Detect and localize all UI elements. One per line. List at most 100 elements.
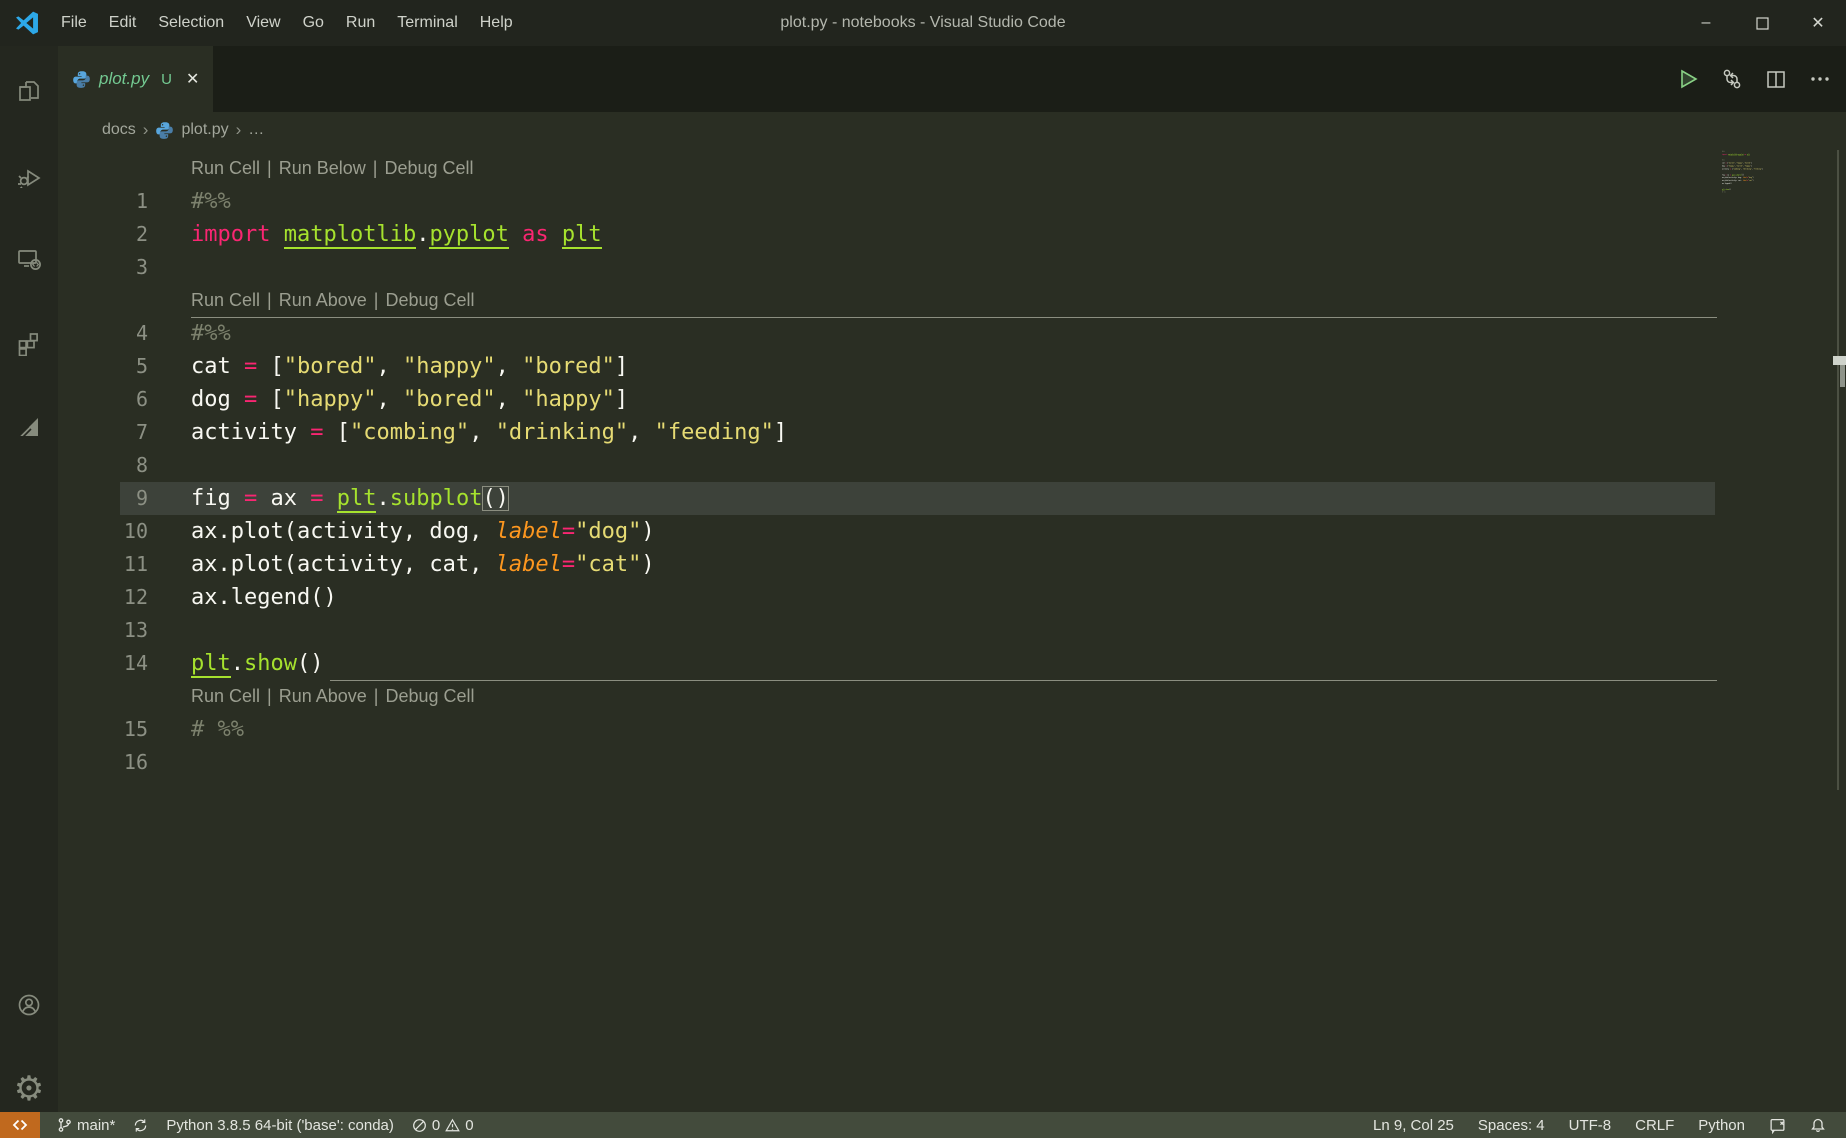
split-editor-button-icon[interactable] <box>1764 67 1788 91</box>
more-actions-button-icon[interactable] <box>1808 67 1832 91</box>
custom-extension-icon[interactable] <box>0 398 58 456</box>
python-file-icon <box>155 121 174 140</box>
sync-icon <box>133 1118 148 1133</box>
code-text: #%% <box>191 185 231 218</box>
code-text: ax.plot(activity, dog, label="dog") <box>191 515 655 548</box>
feedback[interactable] <box>1757 1112 1798 1138</box>
menu-bar: FileEditSelectionViewGoRunTerminalHelp <box>50 0 524 46</box>
codelens-link[interactable]: Debug Cell <box>385 680 474 713</box>
code-line[interactable]: 9fig = ax = plt.subplot() <box>58 482 1846 515</box>
codelens-row: Run Cell|Run Above|Debug Cell <box>58 284 1846 317</box>
notifications[interactable] <box>1798 1112 1838 1138</box>
code-editor[interactable]: Run Cell|Run Below|Debug Cell1#%%2import… <box>58 148 1846 1132</box>
indentation[interactable]: Spaces: 4 <box>1466 1112 1557 1138</box>
code-line[interactable]: 11 ax.plot(activity, cat, label="cat") <box>58 548 1846 581</box>
remote-indicator[interactable] <box>0 1112 40 1138</box>
close-button[interactable]: ✕ <box>1790 0 1846 46</box>
code-text: ax.plot(activity, cat, label="cat") <box>191 548 655 581</box>
code-line[interactable]: 13 <box>58 614 1846 647</box>
code-line[interactable]: 8 <box>58 449 1846 482</box>
code-line[interactable]: 7activity = ["combing", "drinking", "fee… <box>58 416 1846 449</box>
python-file-icon <box>72 70 91 89</box>
code-line[interactable]: 10ax.plot(activity, dog, label="dog") <box>58 515 1846 548</box>
codelens-separator: | <box>260 152 279 185</box>
overview-ruler <box>1837 150 1839 790</box>
code-text: #%% <box>191 317 231 350</box>
menu-terminal[interactable]: Terminal <box>386 0 468 46</box>
run-python-file-button-icon[interactable] <box>1676 67 1700 91</box>
code-line[interactable]: 1 #%% <box>58 185 1846 218</box>
encoding[interactable]: UTF-8 <box>1557 1112 1624 1138</box>
warning-icon <box>445 1118 460 1133</box>
sync-button[interactable] <box>124 1112 157 1138</box>
codelens-link[interactable]: Run Above <box>279 284 367 317</box>
menu-view[interactable]: View <box>235 0 291 46</box>
minimize-button[interactable]: – <box>1678 0 1734 46</box>
menu-selection[interactable]: Selection <box>147 0 235 46</box>
codelens-link[interactable]: Run Above <box>279 680 367 713</box>
scrollbar-marker[interactable] <box>1833 356 1846 365</box>
open-changes-button-icon[interactable] <box>1720 67 1744 91</box>
menu-edit[interactable]: Edit <box>98 0 148 46</box>
code-text: activity = ["combing", "drinking", "feed… <box>191 416 787 449</box>
status-text: UTF-8 <box>1569 1117 1612 1134</box>
codelens-link[interactable]: Debug Cell <box>385 284 474 317</box>
remote-explorer-icon[interactable] <box>0 230 58 288</box>
menu-run[interactable]: Run <box>335 0 386 46</box>
codelens-row: Run Cell|Run Above|Debug Cell <box>58 680 1846 713</box>
code-line[interactable]: 5cat = ["bored", "happy", "bored"] <box>58 350 1846 383</box>
settings-gear-icon[interactable]: ⚙ <box>0 1060 58 1118</box>
breadcrumb-separator: › <box>143 120 149 140</box>
code-line[interactable]: 16 <box>58 746 1846 779</box>
breadcrumb-item[interactable]: docs <box>102 121 136 139</box>
maximize-button[interactable] <box>1734 0 1790 46</box>
git-branch[interactable]: main* <box>48 1112 124 1138</box>
status-text: Python 3.8.5 64-bit ('base': conda) <box>166 1117 394 1134</box>
code-line[interactable]: 4#%% <box>58 317 1846 350</box>
code-line[interactable]: 3 <box>58 251 1846 284</box>
menu-file[interactable]: File <box>50 0 98 46</box>
line-number: 16 <box>58 746 148 779</box>
git-untracked-badge: U <box>161 71 172 88</box>
codelens-link[interactable]: Run Cell <box>191 680 260 713</box>
menu-go[interactable]: Go <box>292 0 335 46</box>
branch-icon <box>57 1117 72 1133</box>
codelens-link[interactable]: Run Cell <box>191 284 260 317</box>
codelens-row: Run Cell|Run Below|Debug Cell <box>58 152 1846 185</box>
scrollbar-handle[interactable] <box>1840 365 1845 387</box>
status-text: 0 <box>432 1117 440 1134</box>
code-line[interactable]: 15# %% <box>58 713 1846 746</box>
cursor-position[interactable]: Ln 9, Col 25 <box>1361 1112 1466 1138</box>
code-line[interactable]: 6dog = ["happy", "bored", "happy"] <box>58 383 1846 416</box>
code-line[interactable]: 2import matplotlib.pyplot as plt <box>58 218 1846 251</box>
problems[interactable]: 00 <box>403 1112 483 1138</box>
minimap[interactable]: #%%import matplotlib.pyplot as plt#%%cat… <box>1722 150 1846 234</box>
breadcrumb-item[interactable]: plot.py <box>181 121 228 139</box>
accounts-icon[interactable] <box>0 976 58 1034</box>
end-of-line[interactable]: CRLF <box>1623 1112 1686 1138</box>
status-text: Python <box>1698 1117 1745 1134</box>
line-number: 6 <box>58 383 148 416</box>
code-line[interactable]: 14plt.show() <box>58 647 1846 680</box>
error-icon <box>412 1118 427 1133</box>
breadcrumb-item[interactable]: … <box>248 121 264 139</box>
codelens-link[interactable]: Debug Cell <box>384 152 473 185</box>
line-number: 9 <box>58 482 148 515</box>
explorer-icon[interactable] <box>0 62 58 120</box>
tab-close-icon[interactable]: ✕ <box>186 69 199 89</box>
line-number: 1 <box>58 185 148 218</box>
status-text: 0 <box>465 1117 473 1134</box>
tab-plot-py[interactable]: plot.py U ✕ <box>58 46 213 112</box>
language-mode[interactable]: Python <box>1686 1112 1757 1138</box>
code-line[interactable]: 12ax.legend() <box>58 581 1846 614</box>
codelens-link[interactable]: Run Below <box>279 152 366 185</box>
feedback-icon <box>1769 1117 1786 1134</box>
codelens-link[interactable]: Run Cell <box>191 152 260 185</box>
line-number: 11 <box>58 548 148 581</box>
python-interpreter[interactable]: Python 3.8.5 64-bit ('base': conda) <box>157 1112 403 1138</box>
line-number: 5 <box>58 350 148 383</box>
run-and-debug-icon[interactable] <box>0 146 58 204</box>
menu-help[interactable]: Help <box>469 0 524 46</box>
minimap-line <box>1722 194 1846 197</box>
extensions-icon[interactable] <box>0 314 58 372</box>
